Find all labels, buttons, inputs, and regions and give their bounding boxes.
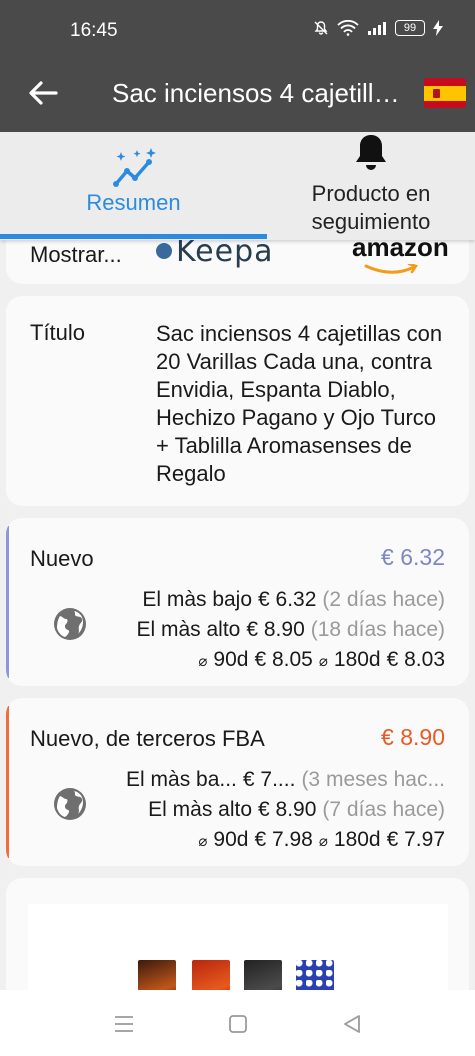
app-bar: Sac inciensos 4 cajetillas con 20 Varill… — [0, 60, 475, 132]
globe-icon — [54, 608, 86, 640]
avg90-value: € 7.98 — [254, 828, 313, 851]
status-bar: 16:45 99 — [0, 0, 475, 60]
page-title: Sac inciensos 4 cajetillas con 20 Varill… — [112, 78, 408, 108]
bell-icon — [356, 135, 386, 170]
lowest-value: € 7.... — [242, 768, 296, 791]
average-price-row: ⌀ 90d € 7.98 ⌀ 180d € 7.97 — [198, 828, 445, 852]
highest-when: (18 días hace) — [310, 618, 445, 641]
back-arrow-icon[interactable] — [26, 76, 60, 110]
price-card-fba[interactable]: Nuevo, de terceros FBA € 8.90 El màs ba.… — [6, 698, 469, 866]
clock: 16:45 — [70, 20, 118, 41]
current-price: € 6.32 — [381, 544, 445, 570]
avg180-label: 180d — [333, 828, 381, 851]
lowest-when: (3 meses hac... — [301, 768, 445, 791]
trend-sparkle-icon — [112, 148, 156, 187]
tab-bar: Resumen Producto en seguimiento — [0, 132, 475, 240]
highest-price-row: El màs alto € 8.90 (7 días hace) — [148, 798, 445, 822]
show-label: Mostrar... — [30, 242, 122, 267]
active-tab-indicator — [0, 234, 267, 239]
system-nav-bar — [0, 990, 475, 1056]
lowest-label: El màs bajo — [142, 588, 253, 611]
highest-when: (7 días hace) — [322, 798, 445, 821]
status-icons: 99 — [313, 20, 443, 36]
highest-price-row: El màs alto € 8.90 (18 días hace) — [136, 618, 445, 642]
back-triangle-icon[interactable] — [340, 1012, 364, 1036]
average-symbol: ⌀ — [318, 653, 328, 670]
highest-value: € 8.90 — [258, 798, 317, 821]
price-card-title: Nuevo, de terceros FBA — [30, 726, 265, 751]
average-symbol: ⌀ — [318, 833, 328, 850]
price-card-accent — [6, 706, 9, 858]
charging-icon — [433, 20, 443, 36]
globe-icon — [54, 788, 86, 820]
highest-value: € 8.90 — [246, 618, 305, 641]
tab-tracked-product-label: Producto en seguimiento — [311, 181, 431, 234]
lowest-price-row: El màs bajo € 6.32 (2 días hace) — [142, 588, 445, 612]
amazon-smile-icon — [364, 264, 418, 274]
lowest-when: (2 días hace) — [322, 588, 445, 611]
price-card-accent — [6, 526, 9, 678]
highest-label: El màs alto — [148, 798, 253, 821]
avg180-value: € 7.97 — [386, 828, 445, 851]
title-value: Sac inciensos 4 cajetillas con 20 Varill… — [156, 321, 443, 486]
battery-icon: 99 — [395, 20, 425, 36]
highest-label: El màs alto — [136, 618, 241, 641]
lowest-price-row: El màs ba... € 7.... (3 meses hac... — [126, 768, 445, 792]
average-symbol: ⌀ — [198, 653, 208, 670]
mute-icon — [314, 21, 328, 35]
title-key: Título — [30, 320, 86, 345]
lowest-value: € 6.32 — [258, 588, 317, 611]
price-card-new[interactable]: Nuevo € 6.32 El màs bajo € 6.32 (2 días … — [6, 518, 469, 686]
avg90-value: € 8.05 — [254, 648, 313, 671]
wifi-icon — [337, 20, 359, 36]
price-card-title: Nuevo — [30, 546, 94, 571]
signal-icon — [368, 22, 386, 35]
menu-icon[interactable] — [112, 1012, 136, 1036]
avg180-value: € 8.03 — [386, 648, 445, 671]
tab-tracked-product[interactable]: Producto en seguimiento — [267, 132, 475, 240]
home-icon[interactable] — [226, 1012, 250, 1036]
average-price-row: ⌀ 90d € 8.05 ⌀ 180d € 8.03 — [198, 648, 445, 672]
title-card: Título Sac inciensos 4 cajetillas con 20… — [6, 296, 469, 506]
avg90-label: 90d — [213, 828, 249, 851]
current-price: € 8.90 — [381, 724, 445, 750]
spain-flag-icon[interactable] — [424, 78, 466, 108]
avg90-label: 90d — [213, 648, 249, 671]
average-symbol: ⌀ — [198, 833, 208, 850]
avg180-label: 180d — [333, 648, 381, 671]
lowest-label: El màs ba... — [126, 768, 237, 791]
tab-summary-label: Resumen — [86, 190, 181, 215]
tab-summary[interactable]: Resumen — [0, 132, 267, 240]
keepa-logo-icon — [156, 242, 172, 259]
